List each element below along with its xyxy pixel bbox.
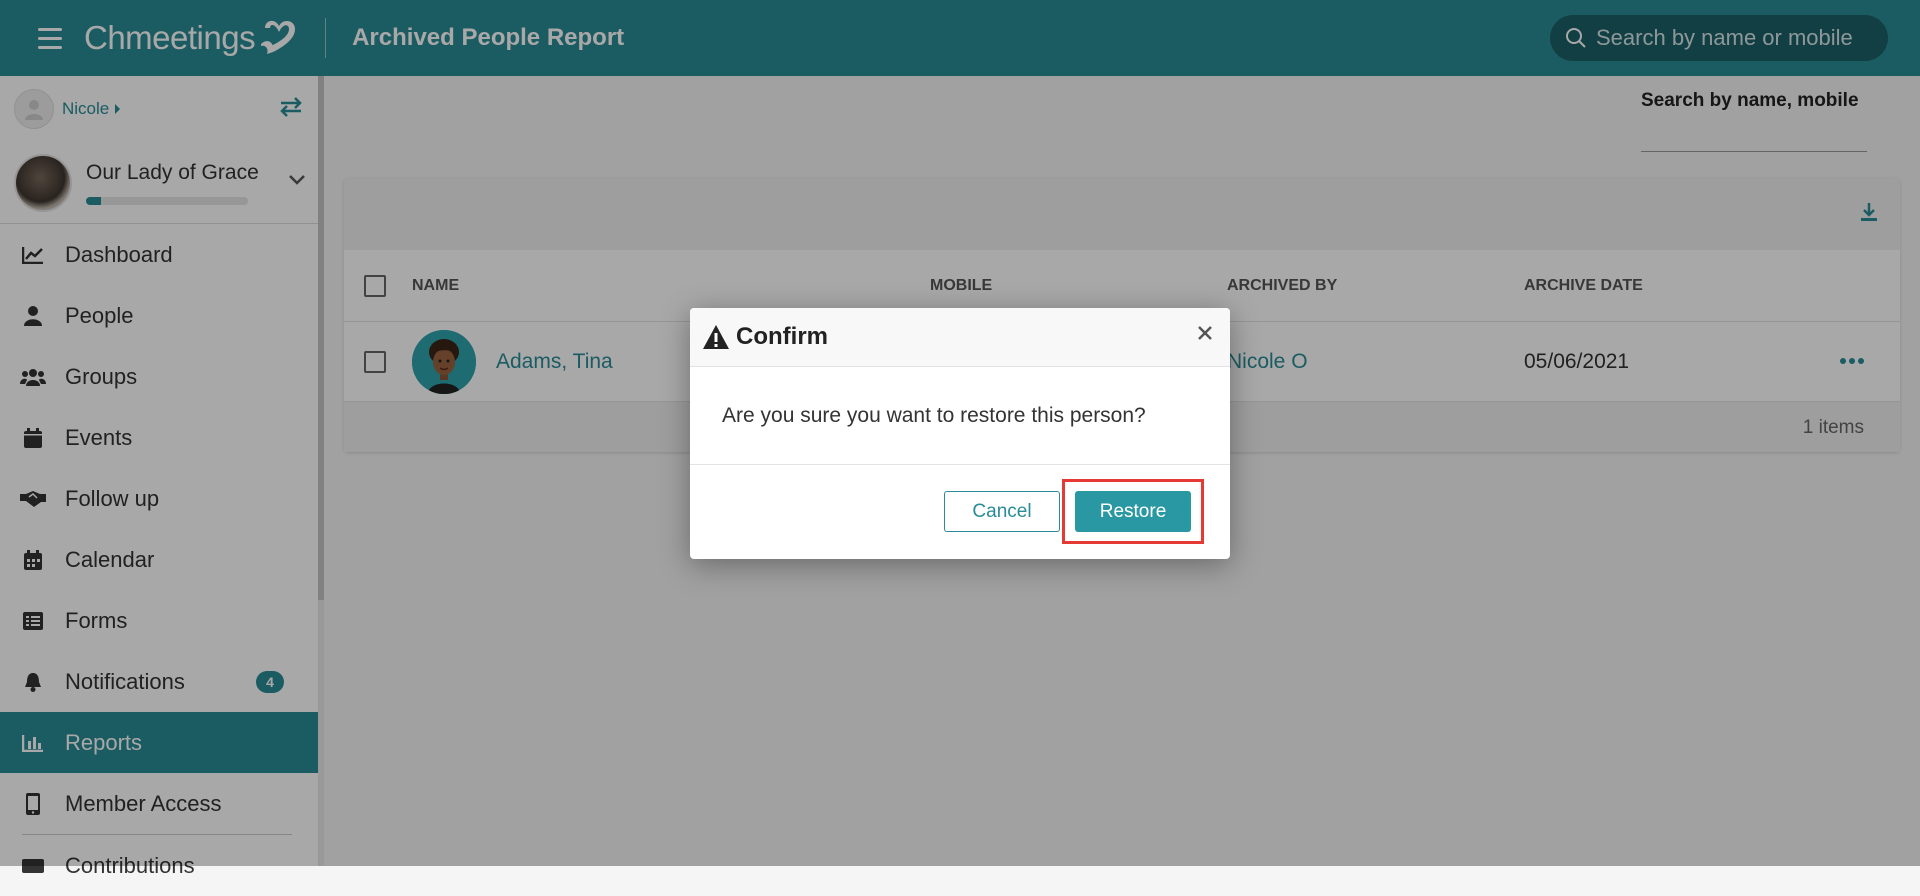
- confirm-dialog: Confirm Are you sure you want to restore…: [690, 308, 1230, 559]
- restore-button[interactable]: Restore: [1075, 491, 1191, 532]
- dialog-header: Confirm: [690, 308, 1230, 367]
- dialog-title: Confirm: [736, 323, 828, 350]
- close-icon[interactable]: [1196, 324, 1214, 342]
- dialog-body: Are you sure you want to restore this pe…: [690, 367, 1230, 465]
- cancel-button[interactable]: Cancel: [944, 491, 1060, 532]
- dialog-message: Are you sure you want to restore this pe…: [722, 403, 1146, 427]
- warning-icon: [703, 325, 729, 349]
- dialog-footer: Cancel Restore: [690, 465, 1230, 559]
